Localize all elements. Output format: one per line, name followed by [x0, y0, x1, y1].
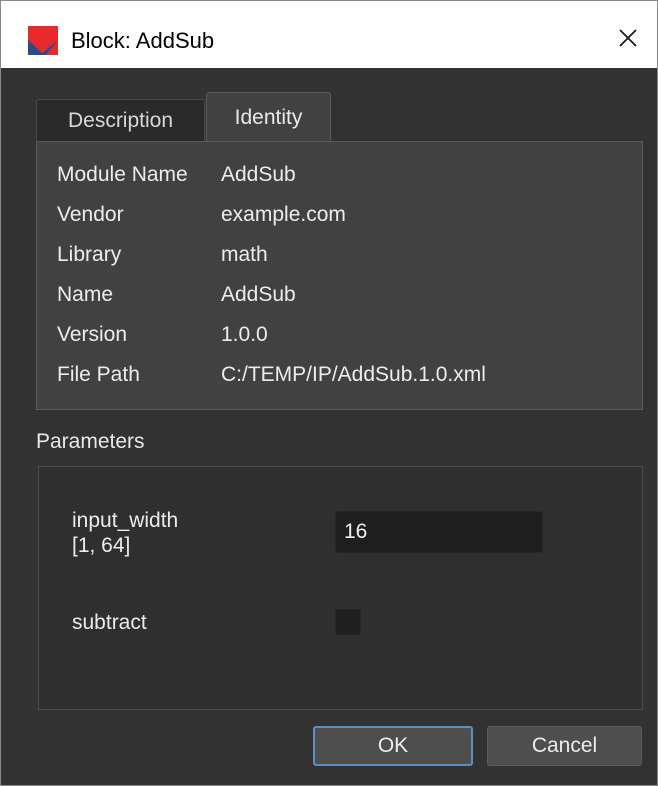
module-name-label: Module Name — [57, 163, 188, 186]
tab-description[interactable]: Description — [36, 99, 205, 141]
tab-identity-label: Identity — [234, 105, 303, 129]
vendor-row: Vendor example.com — [57, 201, 627, 229]
dialog-window: Block: AddSub Description Identity Modul… — [0, 0, 658, 786]
parameters-title: Parameters — [36, 430, 145, 453]
module-name-row: Module Name AddSub — [57, 161, 627, 189]
title-bar: Block: AddSub — [1, 1, 657, 68]
library-value: math — [221, 243, 268, 266]
subtract-label: subtract — [72, 611, 147, 634]
vendor-value: example.com — [221, 203, 346, 226]
tab-description-label: Description — [67, 108, 174, 132]
identity-panel: Module Name AddSub Vendor example.com Li… — [36, 141, 643, 410]
input-width-label: input_width [1, 64] — [72, 509, 179, 557]
app-logo-icon — [28, 26, 58, 55]
version-value: 1.0.0 — [221, 323, 268, 346]
version-label: Version — [57, 323, 128, 346]
name-row: Name AddSub — [57, 281, 627, 309]
input-width-field[interactable]: 16 — [335, 511, 543, 553]
library-row: Library math — [57, 241, 627, 269]
close-icon — [619, 29, 637, 47]
module-name-value: AddSub — [221, 163, 296, 186]
file-path-row: File Path C:/TEMP/IP/AddSub.1.0.xml — [57, 361, 627, 389]
library-label: Library — [57, 243, 122, 266]
window-title: Block: AddSub — [71, 28, 215, 53]
file-path-value: C:/TEMP/IP/AddSub.1.0.xml — [221, 363, 486, 386]
tab-identity[interactable]: Identity — [206, 92, 331, 142]
close-button[interactable] — [609, 19, 647, 57]
parameters-group: input_width [1, 64] 16 subtract — [38, 466, 643, 710]
name-label: Name — [57, 283, 114, 306]
dialog-body: Description Identity Module Name AddSub … — [1, 68, 657, 785]
name-value: AddSub — [221, 283, 296, 306]
version-row: Version 1.0.0 — [57, 321, 627, 349]
file-path-label: File Path — [57, 363, 140, 386]
subtract-checkbox[interactable] — [335, 609, 361, 635]
ok-button[interactable]: OK — [313, 726, 473, 766]
vendor-label: Vendor — [57, 203, 124, 226]
cancel-button[interactable]: Cancel — [487, 726, 642, 766]
